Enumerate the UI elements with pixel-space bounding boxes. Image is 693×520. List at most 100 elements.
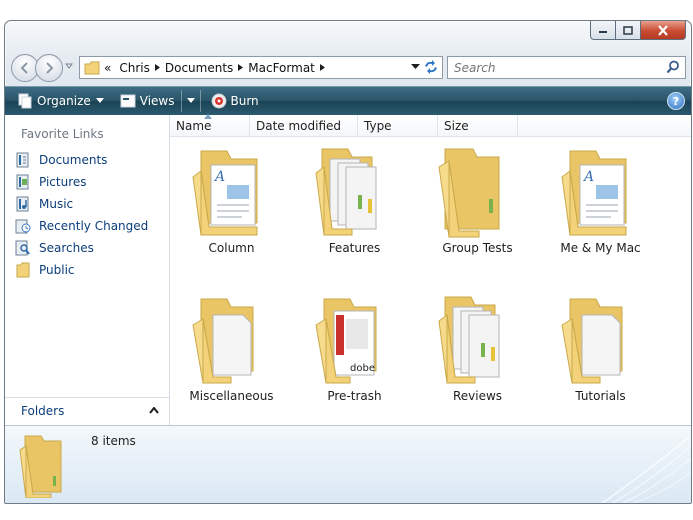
- favorite-link-searches[interactable]: Searches: [15, 237, 148, 259]
- folder-with-document-icon: A: [560, 150, 626, 237]
- file-name: Miscellaneous: [189, 389, 274, 403]
- folder-icon: [437, 148, 499, 238]
- favorite-link-label: Public: [39, 263, 75, 277]
- breadcrumb-documents[interactable]: Documents: [161, 61, 237, 75]
- breadcrumb-overflow[interactable]: «: [100, 61, 115, 75]
- column-header-size[interactable]: Size: [438, 115, 518, 136]
- item-count: 8 items: [91, 434, 136, 448]
- folder-item-tutorials[interactable]: Tutorials: [539, 291, 662, 439]
- command-bar: Organize Views Burn ?: [5, 86, 691, 115]
- folder-item-me-and-my-mac[interactable]: A Me & My Mac: [539, 143, 662, 291]
- explorer-window: « Chris Documents MacFormat Search Organ…: [4, 20, 692, 504]
- music-icon: [15, 196, 31, 212]
- file-name: Column: [208, 241, 255, 255]
- burn-label: Burn: [230, 94, 259, 108]
- favorite-link-recently-changed[interactable]: Recently Changed: [15, 215, 148, 237]
- close-icon: [658, 24, 668, 36]
- column-header-date-modified[interactable]: Date modified: [250, 115, 358, 136]
- search-icon[interactable]: [666, 60, 680, 74]
- maximize-icon: [623, 25, 633, 35]
- folder-item-miscellaneous[interactable]: Miscellaneous: [170, 291, 293, 439]
- views-button[interactable]: Views: [114, 90, 181, 112]
- file-name: Reviews: [452, 389, 503, 403]
- favorite-link-documents[interactable]: Documents: [15, 149, 148, 171]
- column-header-name[interactable]: Name: [170, 114, 250, 136]
- organize-label: Organize: [37, 94, 91, 108]
- details-pane: 8 items: [5, 425, 691, 503]
- breadcrumb-chris[interactable]: Chris: [115, 61, 154, 75]
- breadcrumb-arrow-icon[interactable]: [154, 64, 161, 71]
- file-name: Group Tests: [442, 241, 513, 255]
- views-label: Views: [139, 94, 175, 108]
- folder-item-pre-trash[interactable]: dobe Pre-trash: [293, 291, 416, 439]
- folder-item-features[interactable]: Features: [293, 143, 416, 291]
- minimize-button[interactable]: [590, 21, 616, 40]
- views-icon: [120, 94, 136, 108]
- folders-label: Folders: [21, 404, 65, 418]
- file-name: Tutorials: [575, 389, 626, 403]
- searches-icon: [15, 240, 31, 256]
- chevron-up-icon: [149, 407, 159, 414]
- column-header-label: Type: [364, 118, 392, 133]
- maximize-button[interactable]: [616, 21, 641, 40]
- breadcrumb-macformat[interactable]: MacFormat: [244, 61, 319, 75]
- pictures-icon: [15, 174, 31, 190]
- favorite-link-label: Recently Changed: [39, 219, 149, 233]
- favorite-link-public[interactable]: Public: [15, 259, 148, 281]
- breadcrumb-arrow-icon[interactable]: [237, 64, 244, 71]
- documents-icon: [15, 152, 31, 168]
- caption-buttons: [590, 21, 686, 40]
- forward-button[interactable]: [35, 54, 63, 82]
- favorite-link-label: Documents: [39, 153, 108, 167]
- svg-text:A: A: [582, 169, 594, 185]
- minimize-icon: [599, 31, 607, 33]
- search-box[interactable]: [447, 56, 686, 79]
- file-name: Me & My Mac: [560, 241, 641, 255]
- address-bar[interactable]: « Chris Documents MacFormat: [79, 56, 443, 79]
- refresh-icon[interactable]: [423, 60, 439, 74]
- chevron-down-icon: [95, 98, 104, 103]
- favorite-link-label: Music: [39, 197, 74, 211]
- favorite-links-heading: Favorite Links: [21, 127, 104, 141]
- svg-text:dobe: dobe: [350, 363, 375, 374]
- close-button[interactable]: [641, 21, 686, 40]
- file-list-pane: Name Date modified Type Size A Column Fe…: [170, 114, 691, 425]
- column-header-label: Date modified: [256, 118, 342, 133]
- recently-changed-icon: [15, 218, 31, 234]
- folder-item-reviews[interactable]: Reviews: [416, 291, 539, 439]
- folder-with-blank-page-icon: [560, 298, 622, 384]
- decorative-swoosh: [601, 435, 691, 503]
- favorite-link-music[interactable]: Music: [15, 193, 148, 215]
- help-button[interactable]: ?: [667, 92, 685, 110]
- favorite-links-list: Documents Pictures Music Recently Change…: [15, 149, 148, 281]
- folder-item-group-tests[interactable]: Group Tests: [416, 143, 539, 291]
- folder-icon: [19, 435, 62, 498]
- navigation-bar: « Chris Documents MacFormat: [5, 53, 691, 82]
- recent-pages-dropdown-icon[interactable]: [65, 62, 73, 70]
- views-dropdown-button[interactable]: [182, 90, 200, 112]
- folder-with-document-icon: A: [191, 150, 257, 237]
- breadcrumb-arrow-icon[interactable]: [319, 64, 326, 71]
- toolbar-separator: [199, 90, 201, 112]
- column-header-type[interactable]: Type: [358, 115, 438, 136]
- burn-button[interactable]: Burn: [205, 90, 265, 112]
- file-name: Features: [328, 241, 381, 255]
- folder-with-blank-page-icon: [191, 298, 253, 384]
- folders-toggle[interactable]: Folders: [5, 397, 169, 426]
- favorite-link-pictures[interactable]: Pictures: [15, 171, 148, 193]
- search-input[interactable]: [452, 59, 656, 77]
- folder-item-column[interactable]: A Column: [170, 143, 293, 291]
- help-icon: ?: [672, 94, 680, 108]
- folder-icon: [84, 61, 100, 74]
- burn-disc-icon: [211, 93, 226, 109]
- file-name: Pre-trash: [327, 389, 382, 403]
- favorite-link-label: Pictures: [39, 175, 87, 189]
- file-grid: A Column Features Group Tests A Me & My …: [170, 143, 690, 439]
- forward-arrow-icon: [46, 62, 54, 74]
- organize-button[interactable]: Organize: [11, 90, 110, 112]
- folder-with-files-icon: [314, 148, 376, 236]
- public-folder-icon: [15, 262, 31, 278]
- navigation-pane: Favorite Links Documents Pictures Music: [5, 115, 170, 426]
- column-header-label: Size: [444, 118, 469, 133]
- address-history-dropdown-icon[interactable]: [411, 63, 420, 70]
